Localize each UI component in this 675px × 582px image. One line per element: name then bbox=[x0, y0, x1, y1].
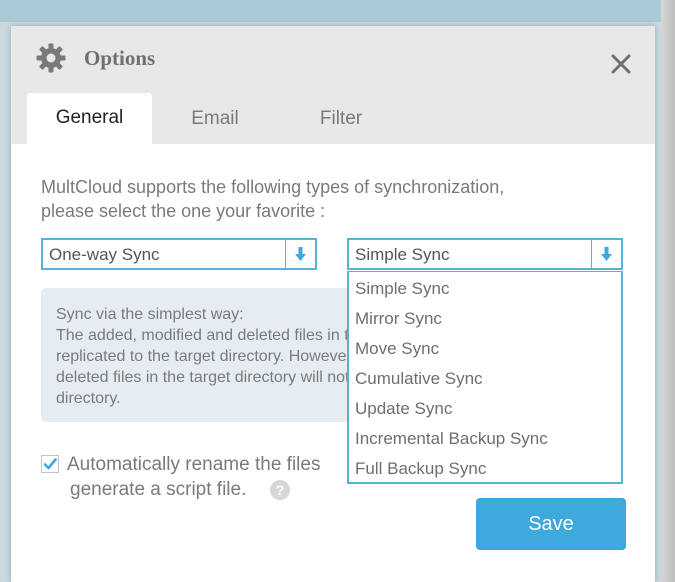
arrow-down-icon bbox=[295, 247, 306, 261]
option-mirror-sync[interactable]: Mirror Sync bbox=[355, 309, 442, 329]
sync-direction-value: One-way Sync bbox=[49, 245, 160, 264]
gear-icon bbox=[36, 43, 66, 73]
options-dialog: Options General Email Filter MultCloud s… bbox=[11, 26, 655, 582]
sync-intro-text: MultCloud supports the following types o… bbox=[41, 175, 621, 223]
checkmark-icon bbox=[43, 458, 57, 470]
rename-label-line-1: Automatically rename the files bbox=[67, 454, 321, 475]
sync-direction-select[interactable]: One-way Sync bbox=[41, 238, 317, 270]
rename-label: Automatically rename the files generate … bbox=[67, 452, 357, 502]
help-icon[interactable]: ? bbox=[270, 480, 290, 500]
option-update-sync[interactable]: Update Sync bbox=[355, 399, 452, 419]
option-move-sync[interactable]: Move Sync bbox=[355, 339, 439, 359]
sync-mode-arrow[interactable] bbox=[591, 240, 621, 268]
option-full-backup-sync[interactable]: Full Backup Sync bbox=[355, 459, 486, 479]
tab-general[interactable]: General bbox=[27, 93, 152, 144]
background-top-strip bbox=[0, 0, 675, 22]
background-scrollbar-strip bbox=[661, 0, 675, 582]
intro-line-1: MultCloud supports the following types o… bbox=[41, 177, 505, 197]
rename-checkbox[interactable] bbox=[41, 455, 59, 473]
rename-label-line-2: generate a script file. bbox=[70, 479, 247, 500]
option-simple-sync[interactable]: Simple Sync bbox=[355, 279, 449, 299]
sync-mode-value: Simple Sync bbox=[355, 245, 450, 264]
close-icon[interactable] bbox=[607, 50, 635, 78]
intro-line-2: please select the one your favorite : bbox=[41, 201, 326, 221]
sync-mode-dropdown: Simple Sync Mirror Sync Move Sync Cumula… bbox=[347, 271, 623, 484]
option-incremental-backup-sync[interactable]: Incremental Backup Sync bbox=[355, 429, 548, 449]
tab-email[interactable]: Email bbox=[167, 94, 263, 144]
sync-mode-select[interactable]: Simple Sync bbox=[347, 238, 623, 270]
tab-filter[interactable]: Filter bbox=[293, 94, 389, 144]
sync-direction-arrow[interactable] bbox=[285, 240, 315, 268]
option-cumulative-sync[interactable]: Cumulative Sync bbox=[355, 369, 483, 389]
arrow-down-icon bbox=[601, 247, 612, 261]
save-button[interactable]: Save bbox=[476, 498, 626, 550]
dialog-title: Options bbox=[84, 46, 156, 70]
